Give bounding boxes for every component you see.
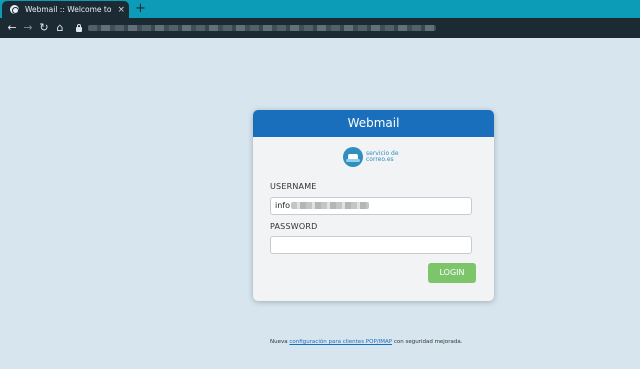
- lock-icon: [76, 23, 82, 32]
- footer-suffix: con seguridad mejorada.: [393, 339, 463, 345]
- new-tab-button[interactable]: +: [135, 1, 146, 17]
- login-button[interactable]: LOGIN: [428, 263, 476, 283]
- footer-note: Nueva configuración para clientes POP/IM…: [270, 339, 462, 345]
- brand-logo: servicio de correo.es: [343, 145, 413, 169]
- username-label: USERNAME: [270, 182, 317, 191]
- browser-tab-strip: Webmail :: Welcome to Webmail × +: [0, 0, 640, 18]
- mail-logo-icon: [343, 147, 363, 167]
- forward-icon[interactable]: →: [20, 18, 36, 38]
- login-card: Webmail servicio de correo.es USERNAME i…: [253, 110, 494, 301]
- username-value: info: [275, 201, 291, 210]
- browser-toolbar: ← → ↻ ⌂: [0, 18, 640, 38]
- tab-title: Webmail :: Welcome to Webmail: [25, 5, 113, 14]
- back-icon[interactable]: ←: [4, 18, 20, 38]
- reload-icon[interactable]: ↻: [36, 18, 52, 38]
- client-config-link[interactable]: configuración para clientes POP/IMAP: [289, 339, 392, 345]
- username-field[interactable]: info: [270, 197, 472, 215]
- password-label: PASSWORD: [270, 222, 318, 231]
- card-title: Webmail: [253, 110, 494, 137]
- redacted-text: [291, 202, 370, 209]
- globe-icon: [10, 5, 19, 14]
- home-icon[interactable]: ⌂: [52, 18, 68, 38]
- password-field[interactable]: [270, 236, 472, 254]
- logo-line-2: correo.es: [366, 156, 394, 163]
- address-bar[interactable]: [88, 25, 436, 31]
- footer-prefix: Nueva: [270, 339, 288, 345]
- browser-tab[interactable]: Webmail :: Welcome to Webmail ×: [2, 1, 129, 18]
- close-icon[interactable]: ×: [117, 5, 125, 15]
